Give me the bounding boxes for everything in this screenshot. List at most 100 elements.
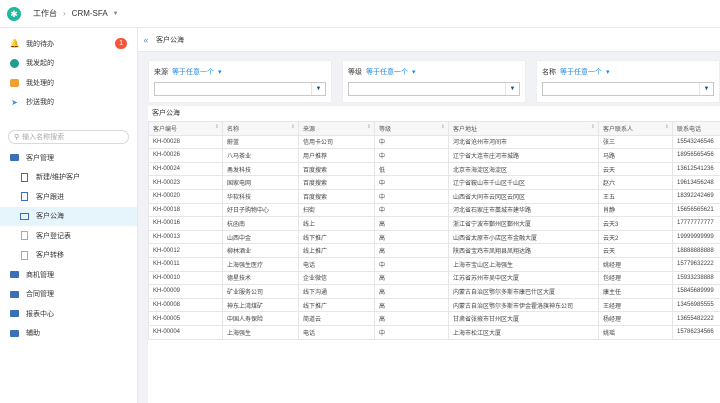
table-row[interactable]: KH-00023 国家电网 百度搜索中辽宁省鞍山市千山区千山区 赵六 196134562… — [148, 175, 720, 190]
table-cell: 企业微信 — [298, 270, 375, 286]
filter-level-select[interactable]: ▼ — [348, 82, 520, 96]
dropdown-arrow-icon[interactable]: ▼ — [311, 83, 325, 95]
column-header[interactable]: 来源 ⇕ — [298, 121, 375, 136]
table-cell: 电话 — [298, 324, 375, 340]
customer-table-panel: 客户公海 客户编号 ⇕ 名称 ⇕ 来源 ⇕ 等级 ⇕ 客户地址 ⇕ 客户联系人 ⇕ 联系电话 KH-00… — [148, 106, 720, 403]
table-cell: KH-00004 — [148, 324, 223, 340]
table-cell: 马路 — [598, 148, 673, 163]
table-row[interactable]: KH-00009 矿业服务公司 线下沟通高内蒙古自治区鄂尔多斯市康巴什区大厦 康主任 1… — [148, 284, 720, 299]
sidebar-group-opportunity[interactable]: 商机管理 — [0, 265, 137, 285]
table-cell: KH-00020 — [148, 188, 223, 204]
sidebar-group-contract[interactable]: 合同管理 — [0, 285, 137, 305]
sidebar-item-handled[interactable]: 我处理的 — [0, 73, 137, 93]
column-header[interactable]: 客户编号 ⇕ — [148, 121, 223, 136]
table-cell: 神东上湾煤矿 — [222, 297, 299, 313]
table-cell: 高 — [374, 216, 449, 231]
chevron-right-icon: › — [63, 9, 66, 18]
table-cell: 高 — [374, 229, 449, 245]
table-row[interactable]: KH-00005 中国人寿保险 简道云高甘肃省张掖市甘州区大厦 杨经理 13655482… — [148, 311, 720, 326]
table-cell: 山西省太原市小店区市金融大厦 — [448, 229, 599, 245]
table-cell: 云天3 — [598, 216, 673, 231]
table-cell: 辽宁省大连市庄河市城路 — [448, 148, 599, 163]
table-cell: 百度搜索 — [298, 161, 375, 177]
sidebar-item-transfer[interactable]: 客户转移 — [0, 246, 137, 266]
table-cell: 线上推广 — [298, 243, 375, 258]
folder-icon — [10, 309, 19, 318]
table-cell: 线下推广 — [298, 297, 375, 313]
sort-icon[interactable]: ⇕ — [367, 124, 371, 130]
table-row[interactable]: KH-00026 八马茶业 用户推荐中辽宁省大连市庄河市城路 马路 1895656545… — [148, 148, 720, 163]
sidebar-item-label: 我发起的 — [26, 60, 54, 68]
caret-down-icon[interactable]: ▾ — [606, 68, 610, 76]
sort-icon[interactable]: ⇕ — [291, 124, 295, 130]
table-row[interactable]: KH-00012 柳林酒业 线上推广高陕西省宝鸡市凤翔县凤翔达路 云天 18888888… — [148, 243, 720, 258]
column-header[interactable]: 客户联系人 ⇕ — [598, 121, 673, 136]
table-cell: 15656565621 — [672, 202, 720, 218]
folder-icon — [10, 270, 19, 279]
table-row[interactable]: KH-00020 华软科技 百度搜索中山西省大同市云冈区云冈区 王五 183922424… — [148, 188, 720, 204]
sidebar-search-input[interactable]: ⚲ 输入名称搜索 — [8, 130, 129, 144]
folder-icon — [10, 153, 19, 162]
breadcrumb-app[interactable]: CRM-SFA — [72, 9, 108, 18]
sidebar-item-label: 抄送我的 — [26, 99, 54, 107]
sidebar-item-label: 我的待办 — [26, 40, 54, 48]
table-row[interactable]: KH-00004 上海强生 电话中上海市松江区大厦 姚瑶 15786234566 — [148, 324, 720, 340]
table-cell: 19613456248 — [672, 175, 720, 190]
sort-icon[interactable]: ⇕ — [591, 124, 595, 130]
breadcrumb-home[interactable]: 工作台 — [33, 8, 57, 19]
table-row[interactable]: KH-00018 好日子购物中心 扫街中河北省石家庄市藁城市建华路 肖静 1565656… — [148, 202, 720, 218]
filter-operator[interactable]: 等于任意一个 — [366, 67, 408, 77]
table-cell: 线下沟通 — [298, 284, 375, 299]
table-cell: 内蒙古自治区鄂尔多斯市伊金霍洛旗神东公司 — [448, 297, 599, 313]
table-cell: 德星技术 — [222, 270, 299, 286]
caret-down-icon[interactable]: ▾ — [218, 68, 222, 76]
table-cell: 中 — [374, 134, 449, 150]
sidebar-item-todo[interactable]: 🔔 我的待办 1 — [0, 34, 137, 54]
filter-source-select[interactable]: ▼ — [154, 82, 326, 96]
table-row[interactable]: KH-00010 德星技术 企业微信高江苏省苏州市吴中区大厦 包经理 159332388… — [148, 270, 720, 286]
table-cell: 高 — [374, 297, 449, 313]
table-cell: 18956565456 — [672, 148, 720, 163]
table-cell: 上海强生医疗 — [222, 256, 299, 272]
sidebar-group-aux[interactable]: 辅助 — [0, 324, 137, 344]
table-row[interactable]: KH-00008 神东上湾煤矿 线下推广高内蒙古自治区鄂尔多斯市伊金霍洛旗神东公司王… — [148, 297, 720, 313]
sidebar-item-register[interactable]: 客户登记表 — [0, 226, 137, 246]
filter-operator[interactable]: 等于任意一个 — [172, 67, 214, 77]
paper-plane-icon: ➤ — [11, 97, 18, 107]
sidebar-item-follow-up[interactable]: 客户跟进 — [0, 187, 137, 207]
table-cell: 上海市松江区大厦 — [448, 324, 599, 340]
table-cell: 中 — [374, 324, 449, 340]
column-header[interactable]: 等级 ⇕ — [374, 121, 449, 136]
collapse-sidebar-icon[interactable]: « — [138, 35, 154, 45]
filter-name-select[interactable]: ▼ — [542, 82, 714, 96]
sort-icon[interactable]: ⇕ — [665, 124, 669, 130]
table-row[interactable]: KH-00016 杭函南 线上高浙江省宁波市鄞州区鄞州大厦 云天3 1777777777… — [148, 216, 720, 231]
table-row[interactable]: KH-00024 甬发科技 百度搜索低北京市海淀区海淀区 云天 13612541236 — [148, 161, 720, 177]
table-cell: 华软科技 — [222, 188, 299, 204]
table-cell: 姚经理 — [598, 256, 673, 272]
table-row[interactable]: KH-00028 蔚蓝 信用卡公司中河北省沧州市河间市 张三 15543246546 — [148, 134, 720, 150]
sidebar-item-initiated[interactable]: 我发起的 — [0, 54, 137, 74]
caret-down-icon[interactable]: ▾ — [412, 68, 416, 76]
caret-down-icon[interactable]: ▼ — [113, 11, 119, 17]
table-cell: 高 — [374, 243, 449, 258]
document-icon — [20, 172, 29, 182]
sort-icon[interactable]: ⇕ — [215, 124, 219, 130]
sidebar-group-reports[interactable]: 报表中心 — [0, 304, 137, 324]
column-header[interactable]: 名称 ⇕ — [222, 121, 299, 136]
filter-operator[interactable]: 等于任意一个 — [560, 67, 602, 77]
column-header[interactable]: 客户地址 ⇕ — [448, 121, 599, 136]
sidebar-item-new-customer[interactable]: 新建/维护客户 — [0, 168, 137, 188]
column-header[interactable]: 联系电话 — [672, 121, 720, 136]
table-row[interactable]: KH-00013 山西中金 线下推广高山西省太原市小店区市金融大厦 云天2 199999… — [148, 229, 720, 245]
sidebar-item-public-pool[interactable]: 客户公海 — [0, 206, 137, 226]
sidebar-item-cc[interactable]: ➤ 抄送我的 — [0, 93, 137, 113]
sidebar-group-customer[interactable]: 客户管理 — [0, 148, 137, 168]
table-cell: 高 — [374, 311, 449, 326]
dropdown-arrow-icon[interactable]: ▼ — [699, 83, 713, 95]
customer-table: 客户编号 ⇕ 名称 ⇕ 来源 ⇕ 等级 ⇕ 客户地址 ⇕ 客户联系人 ⇕ 联系电话 KH-00028 蔚蓝… — [148, 121, 720, 340]
dropdown-arrow-icon[interactable]: ▼ — [505, 83, 519, 95]
sort-icon[interactable]: ⇕ — [441, 124, 445, 130]
app-logo-icon[interactable]: ✱ — [7, 6, 21, 21]
table-row[interactable]: KH-00011 上海强生医疗 电话中上海市宝山区上海强生 姚经理 1577963222… — [148, 256, 720, 272]
